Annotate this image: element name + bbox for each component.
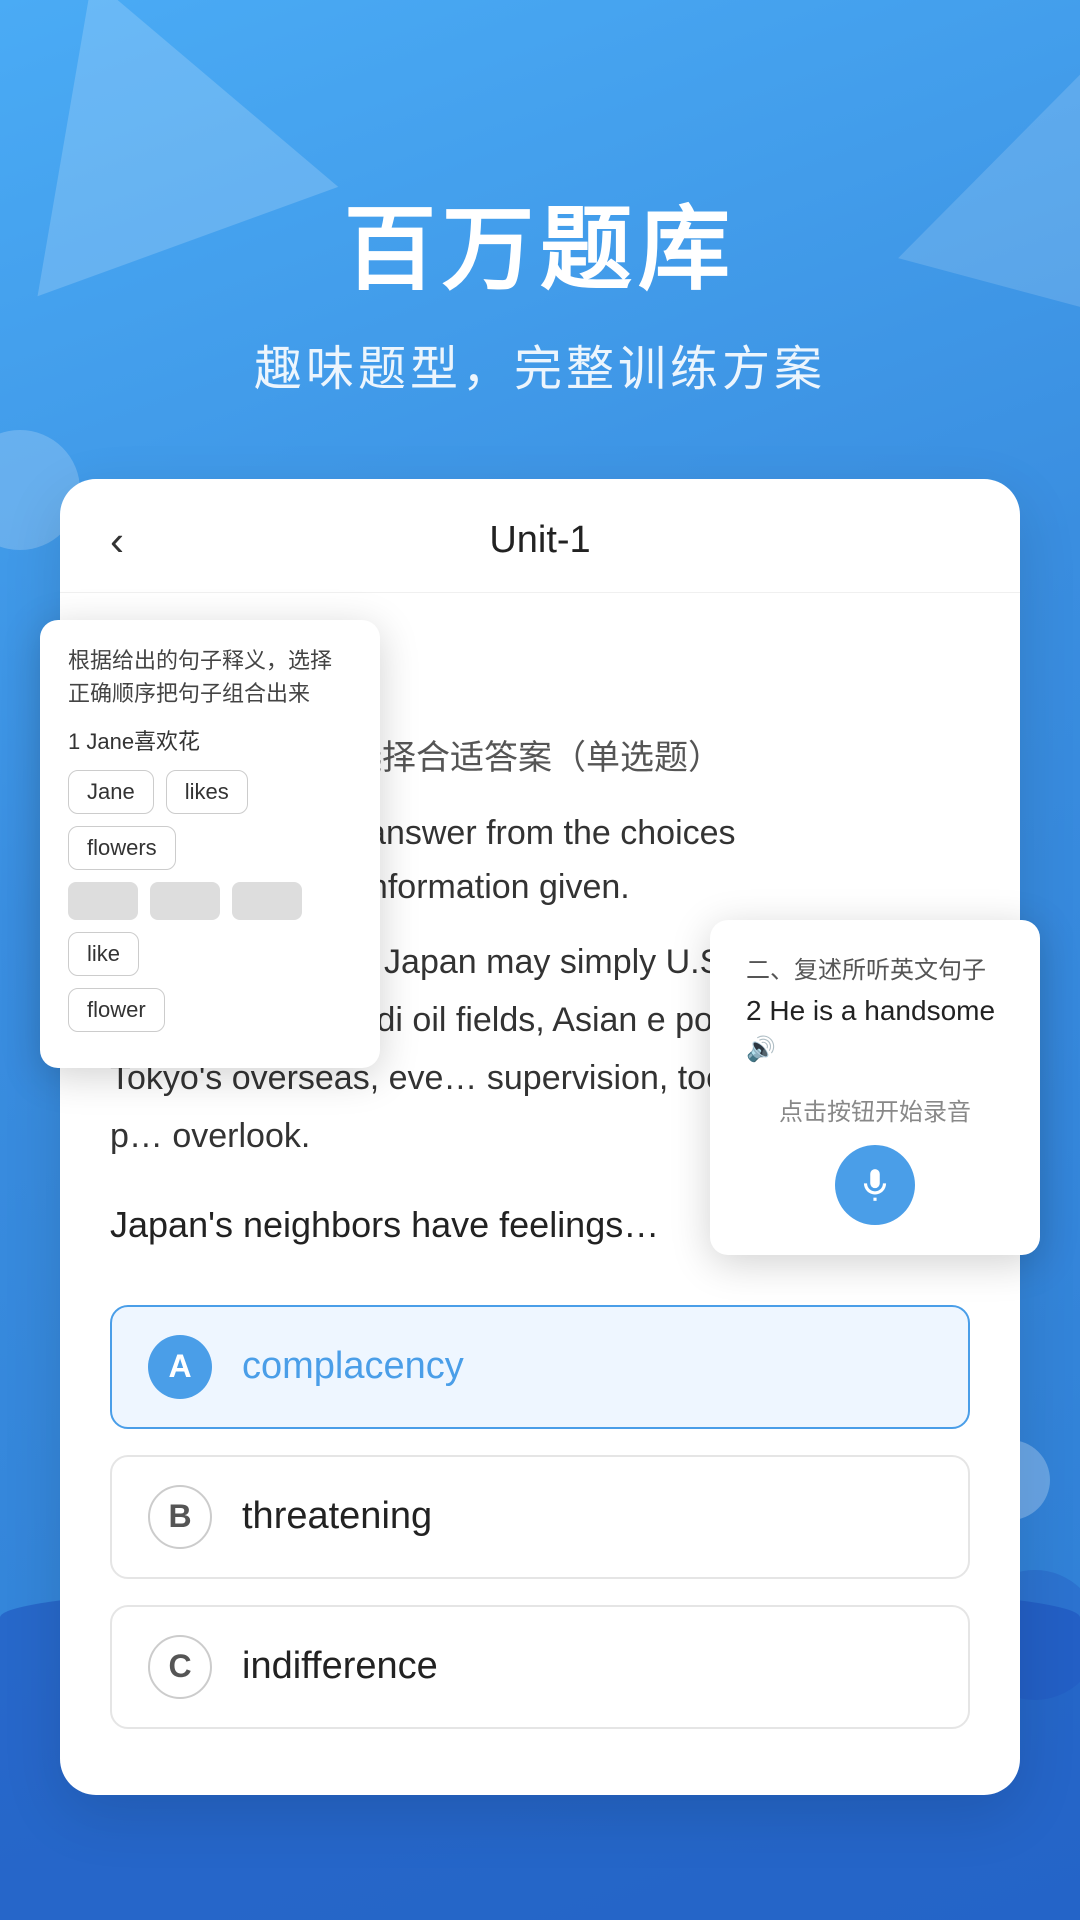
voice-hint: 点击按钮开始录音 bbox=[746, 1092, 1004, 1127]
mic-button[interactable] bbox=[746, 1145, 1004, 1225]
header-section: 百万题库 趣味题型，完整训练方案 bbox=[0, 0, 1080, 399]
choice-a[interactable]: A complacency bbox=[110, 1305, 970, 1429]
mic-icon bbox=[856, 1166, 894, 1204]
word-slots-row: like bbox=[68, 882, 352, 976]
word-sort-subtitle: 1 Jane喜欢花 bbox=[68, 724, 352, 756]
mic-circle bbox=[835, 1145, 915, 1225]
choice-a-letter: A bbox=[148, 1335, 212, 1399]
choice-b[interactable]: B threatening bbox=[110, 1455, 970, 1579]
chip-jane[interactable]: Jane bbox=[68, 770, 154, 814]
slot-3[interactable] bbox=[232, 882, 302, 920]
word-sort-instruction: 根据给出的句子释义，选择正确顺序把句子组合出来 bbox=[68, 644, 352, 710]
unit-title: Unit-1 bbox=[489, 519, 590, 562]
word-chips-available: Jane likes flowers bbox=[68, 770, 352, 870]
voice-sentence: 2 He is a handsome bbox=[746, 995, 1004, 1027]
choice-a-text: complacency bbox=[242, 1345, 464, 1388]
choice-b-letter: B bbox=[148, 1485, 212, 1549]
chip-flower[interactable]: flower bbox=[68, 988, 165, 1032]
popup-word-sort: 根据给出的句子释义，选择正确顺序把句子组合出来 1 Jane喜欢花 Jane l… bbox=[40, 620, 380, 1068]
chip-flowers[interactable]: flowers bbox=[68, 826, 176, 870]
app-title: 百万题库 bbox=[0, 200, 1080, 301]
word-bottom-row: flower bbox=[68, 988, 352, 1032]
card-header: ‹ Unit-1 bbox=[60, 479, 1020, 593]
slot-1[interactable] bbox=[68, 882, 138, 920]
choice-b-text: threatening bbox=[242, 1495, 432, 1538]
popup-voice: 二、复述所听英文句子 2 He is a handsome 🔊 点击按钮开始录音 bbox=[710, 920, 1040, 1255]
chip-likes[interactable]: likes bbox=[166, 770, 248, 814]
slot-2[interactable] bbox=[150, 882, 220, 920]
voice-header: 二、复述所听英文句子 bbox=[746, 950, 1004, 985]
deco-circle-right-mid bbox=[970, 1440, 1050, 1520]
voice-speaker-icon[interactable]: 🔊 bbox=[746, 1035, 1004, 1064]
choice-c-letter: C bbox=[148, 1635, 212, 1699]
choice-c[interactable]: C indifference bbox=[110, 1605, 970, 1729]
choice-c-text: indifference bbox=[242, 1645, 438, 1688]
slot-word-like[interactable]: like bbox=[68, 932, 139, 976]
app-subtitle: 趣味题型，完整训练方案 bbox=[0, 329, 1080, 399]
answer-choices: A complacency B threatening C indifferen… bbox=[60, 1305, 1020, 1729]
back-button[interactable]: ‹ bbox=[110, 520, 124, 562]
